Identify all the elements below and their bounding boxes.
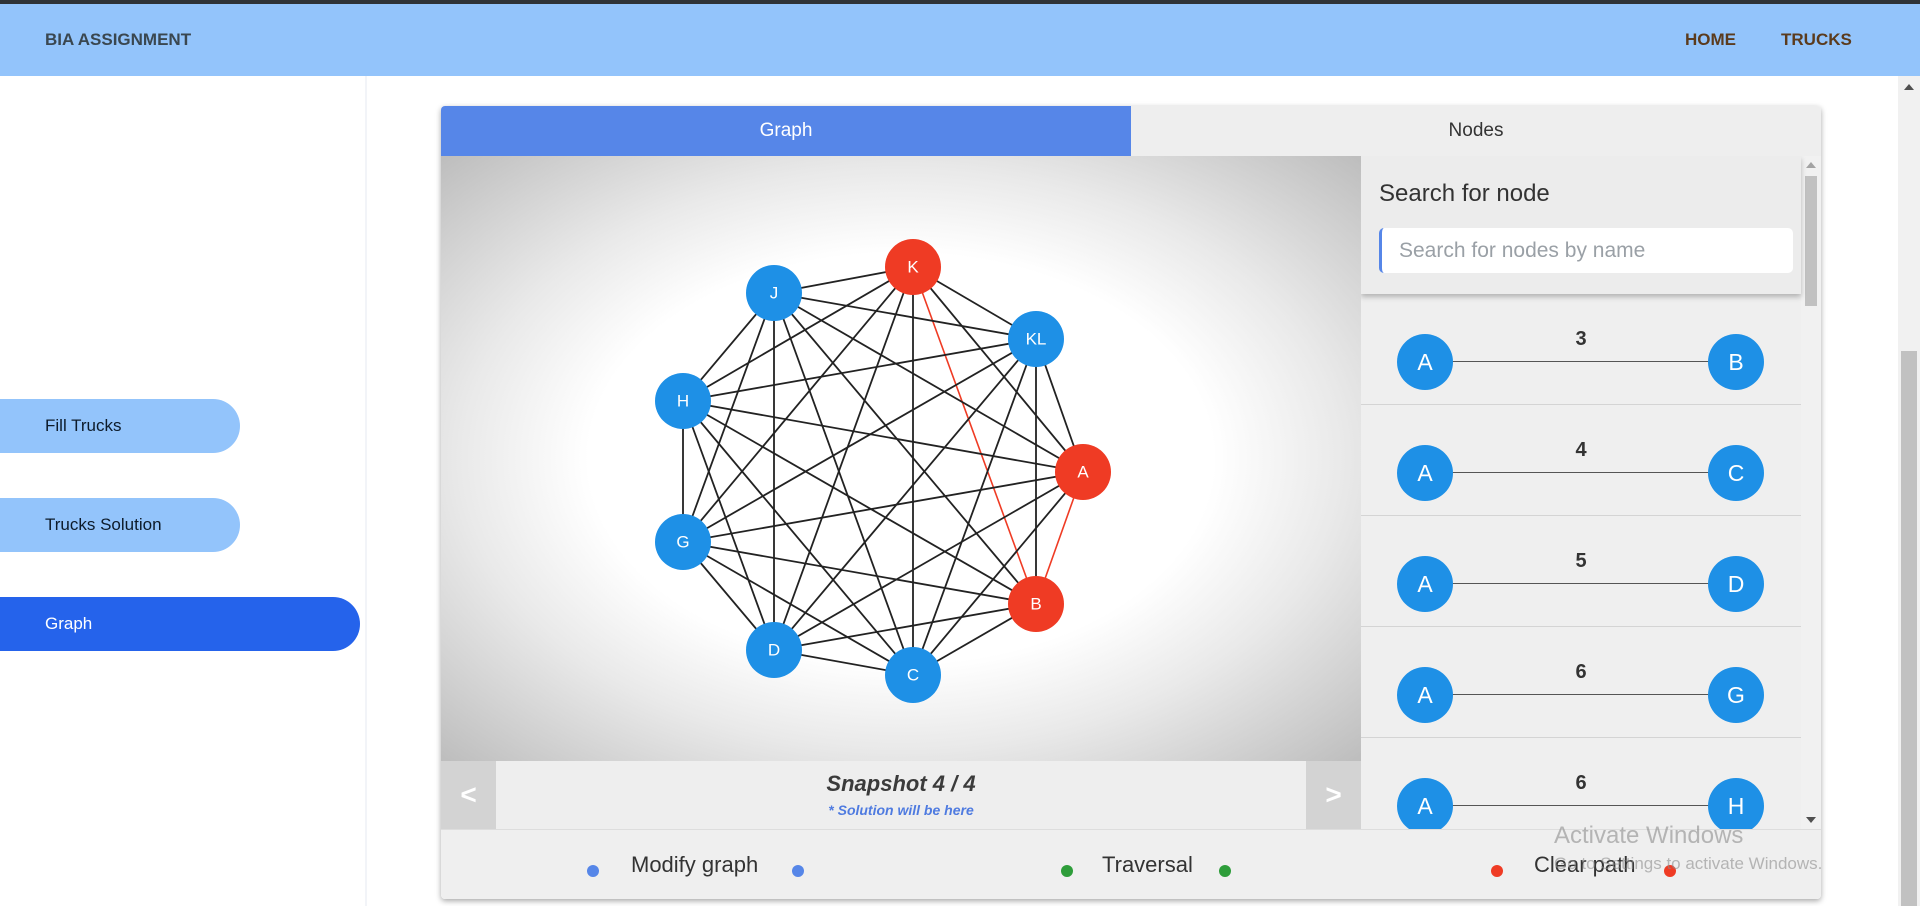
graph-svg: K KL A B C D G H J xyxy=(655,239,1111,703)
edge-from-node[interactable]: A xyxy=(1397,667,1453,723)
sidebar-item-graph[interactable]: Graph xyxy=(0,597,360,651)
tab-nodes[interactable]: Nodes xyxy=(1131,106,1821,156)
graph-node-label: D xyxy=(768,641,780,660)
windows-activation-subtitle: Go to Settings to activate Windows. xyxy=(1554,854,1823,873)
sidebar: Fill Trucks Trucks Solution Graph xyxy=(0,76,367,906)
edge-row: 6 A G xyxy=(1361,627,1801,738)
next-snapshot-button[interactable]: > xyxy=(1306,761,1361,829)
edge-from-node[interactable]: A xyxy=(1397,556,1453,612)
scrollbar-thumb[interactable] xyxy=(1805,176,1817,306)
edge-to-node[interactable]: C xyxy=(1708,445,1764,501)
brand-title: BIA ASSIGNMENT xyxy=(45,30,192,49)
nav-home-link[interactable]: HOME xyxy=(1685,30,1736,50)
sidebar-item-fill-trucks[interactable]: Fill Trucks xyxy=(0,399,240,453)
graph-edge-k-g xyxy=(682,266,914,543)
nodes-panel: Search for node 3 A B 4 A C 5 A D 6 A G xyxy=(1361,156,1821,829)
modify-graph-dot-icon xyxy=(792,865,804,877)
edge-to-node[interactable]: D xyxy=(1708,556,1764,612)
page-scrollbar-thumb[interactable] xyxy=(1901,351,1917,906)
legend-modify-graph[interactable]: Modify graph xyxy=(631,852,758,878)
edge-row: 3 A B xyxy=(1361,294,1801,405)
graph-edge-c-h xyxy=(682,400,914,676)
windows-activation-title: Activate Windows xyxy=(1554,822,1744,849)
search-title: Search for node xyxy=(1379,180,1550,207)
edge-row: 5 A D xyxy=(1361,516,1801,627)
scroll-up-icon[interactable] xyxy=(1904,84,1914,90)
graph-node-label: K xyxy=(907,258,919,277)
edge-weight: 6 xyxy=(1575,772,1587,794)
graph-canvas[interactable]: K KL A B C D G H J xyxy=(441,156,1361,761)
clear-path-dot-icon xyxy=(1491,865,1503,877)
graph-node-label: H xyxy=(677,392,689,411)
scroll-up-icon[interactable] xyxy=(1806,162,1816,168)
edge-to-node[interactable]: B xyxy=(1708,334,1764,390)
edge-to-node[interactable]: G xyxy=(1708,667,1764,723)
edge-row: 4 A C xyxy=(1361,405,1801,516)
edge-from-node[interactable]: A xyxy=(1397,445,1453,501)
graph-edge-a-c xyxy=(912,471,1084,676)
graph-node-label: B xyxy=(1030,595,1041,614)
edge-line xyxy=(1431,694,1741,695)
nav-trucks-link[interactable]: TRUCKS xyxy=(1781,30,1852,50)
edge-weight: 4 xyxy=(1575,439,1587,461)
edge-line xyxy=(1431,472,1741,473)
edge-weight: 5 xyxy=(1575,550,1587,572)
graph-node-label: C xyxy=(907,666,919,685)
nodes-panel-scrollbar[interactable] xyxy=(1801,156,1821,829)
snapshot-title: Snapshot 4 / 4 xyxy=(826,771,976,796)
snapshot-subtitle: * Solution will be here xyxy=(828,802,974,818)
graph-card: Graph Nodes K KL A B C D G H J < Snapshot 4 / 4 … xyxy=(441,106,1821,899)
tab-graph[interactable]: Graph xyxy=(441,106,1131,156)
graph-node-label: KL xyxy=(1026,330,1047,349)
graph-node-label: G xyxy=(676,533,689,552)
edge-row: 6 A H xyxy=(1361,738,1801,829)
edge-from-node[interactable]: A xyxy=(1397,778,1453,829)
graph-node-label: A xyxy=(1077,463,1089,482)
modify-graph-dot-icon xyxy=(587,865,599,877)
edge-weight: 6 xyxy=(1575,661,1587,683)
traversal-dot-icon xyxy=(1219,865,1231,877)
page-scrollbar[interactable] xyxy=(1898,76,1920,906)
scroll-down-icon[interactable] xyxy=(1806,817,1816,823)
search-section: Search for node xyxy=(1361,156,1801,294)
edge-from-node[interactable]: A xyxy=(1397,334,1453,390)
edge-line xyxy=(1431,583,1741,584)
navbar: BIA ASSIGNMENT HOME TRUCKS xyxy=(0,4,1920,76)
tab-bar: Graph Nodes xyxy=(441,106,1821,156)
edge-weight: 3 xyxy=(1575,328,1587,350)
snapshot-bar: < Snapshot 4 / 4 * Solution will be here… xyxy=(441,761,1361,829)
search-input[interactable] xyxy=(1379,228,1793,273)
graph-node-label: J xyxy=(770,284,779,303)
graph-edge-k-b xyxy=(912,266,1037,605)
edge-line xyxy=(1431,361,1741,362)
prev-snapshot-button[interactable]: < xyxy=(441,761,496,829)
sidebar-item-trucks-solution[interactable]: Trucks Solution xyxy=(0,498,240,552)
legend-traversal[interactable]: Traversal xyxy=(1102,852,1193,878)
edge-line xyxy=(1431,805,1741,806)
traversal-dot-icon xyxy=(1061,865,1073,877)
